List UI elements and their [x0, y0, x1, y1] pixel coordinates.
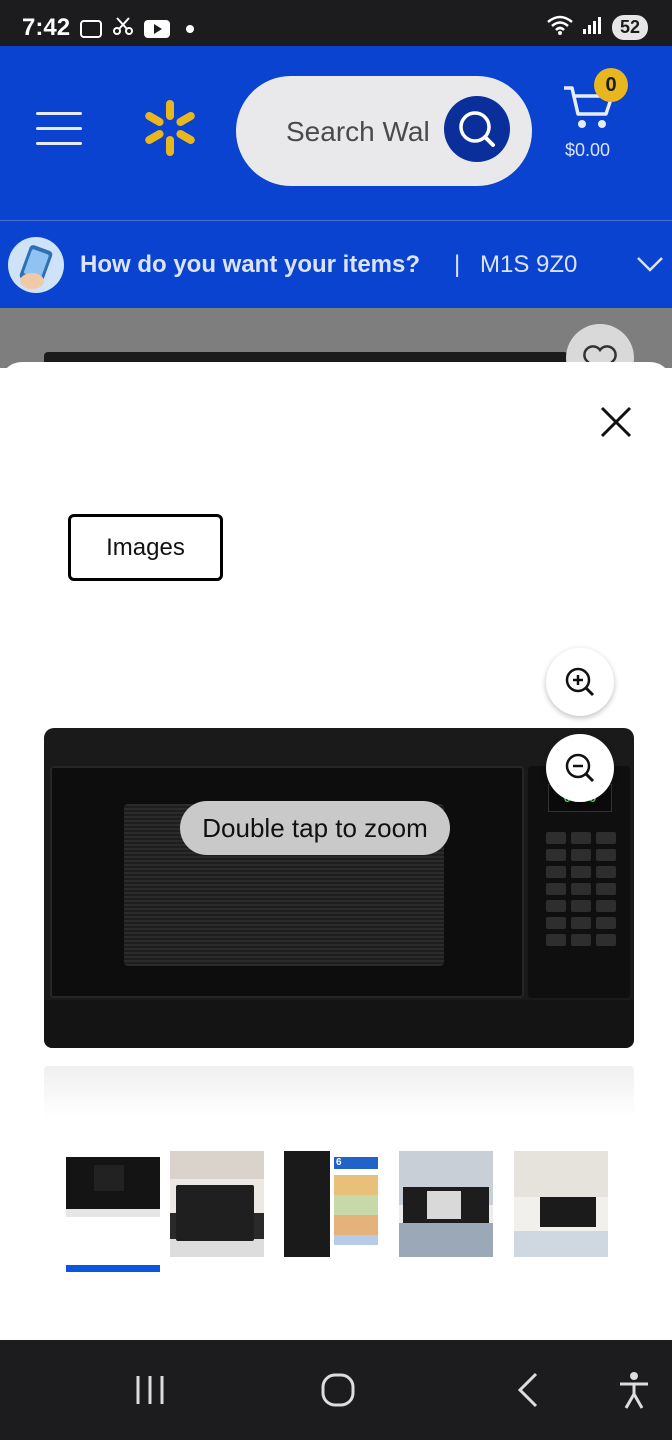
youtube-icon: [144, 19, 170, 38]
delivery-postal-code: M1S 9Z0: [480, 251, 578, 278]
search-input[interactable]: Search Wal: [236, 76, 532, 186]
thumbnail-front[interactable]: [66, 1151, 160, 1257]
thumbnail-strip: 6: [66, 1151, 608, 1272]
product-image-reflection: [44, 1066, 634, 1118]
hamburger-menu-icon[interactable]: [36, 112, 82, 146]
zoom-out-icon: [546, 753, 614, 806]
home-icon: [318, 1373, 358, 1414]
delivery-separator: |: [454, 251, 461, 278]
status-bar: 7:42 52: [0, 0, 672, 46]
image-viewer-modal: Images 0:00 Doubl: [0, 362, 672, 1340]
search-placeholder: Search Wal: [286, 116, 430, 147]
thumbnail-kitchen-1[interactable]: [170, 1151, 264, 1257]
preset-count-badge: 6: [336, 1157, 342, 1168]
home-button[interactable]: [318, 1370, 358, 1410]
cart-count-badge: 0: [594, 68, 628, 102]
background-product-overlay: [0, 308, 672, 392]
wifi-icon: [546, 14, 574, 41]
accessibility-icon: [614, 1372, 654, 1414]
recent-apps-icon: [132, 1376, 172, 1414]
screenshot-icon: [80, 19, 102, 38]
thumbnail-preset-menus[interactable]: 6: [284, 1151, 378, 1257]
images-tab-button[interactable]: Images: [68, 514, 223, 581]
zoom-in-button[interactable]: [546, 648, 614, 716]
close-button[interactable]: [596, 402, 636, 442]
notification-dot-icon: [186, 24, 194, 33]
close-icon: [596, 406, 636, 446]
delivery-prompt: How do you want your items?: [80, 251, 421, 278]
walmart-spark-icon[interactable]: [140, 98, 200, 158]
cart-button[interactable]: 0 $0.00: [560, 68, 640, 166]
status-time: 7:42: [22, 14, 71, 41]
cart-total: $0.00: [565, 140, 611, 160]
chevron-down-icon[interactable]: [636, 255, 664, 278]
accessibility-button[interactable]: [614, 1370, 654, 1410]
thumbnail-active-indicator: [66, 1265, 160, 1272]
zoom-in-icon: [546, 667, 614, 720]
delivery-phone-icon: [8, 237, 64, 293]
system-navigation-bar: [0, 1340, 672, 1440]
status-notification-icons: [80, 16, 194, 41]
search-icon: [444, 111, 510, 166]
zoom-out-button[interactable]: [546, 734, 614, 802]
search-button[interactable]: [444, 96, 510, 162]
status-right-icons: 52: [546, 14, 648, 41]
delivery-selector[interactable]: How do you want your items? | M1S 9Z0: [0, 220, 672, 308]
battery-indicator: 52: [611, 15, 648, 40]
recent-apps-button[interactable]: [132, 1370, 172, 1410]
thumbnail-kitchen-2[interactable]: [514, 1151, 608, 1257]
zoom-hint-tooltip: Double tap to zoom: [180, 801, 450, 855]
thumbnail-open-door[interactable]: [399, 1151, 493, 1257]
signal-icon: [582, 15, 604, 40]
scissors-icon: [112, 16, 134, 41]
back-icon: [508, 1372, 548, 1414]
back-button[interactable]: [508, 1370, 548, 1410]
app-header: Search Wal 0 $0.00: [0, 46, 672, 220]
